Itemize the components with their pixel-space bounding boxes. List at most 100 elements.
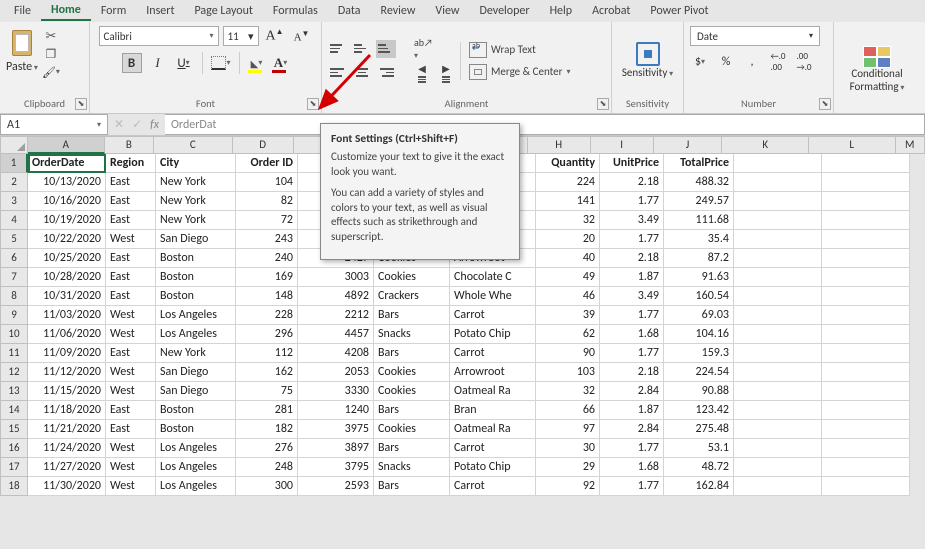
cell-H13[interactable]: 32 (536, 382, 600, 401)
cell-B12[interactable]: West (106, 363, 156, 382)
cell-H7[interactable]: 49 (536, 268, 600, 287)
cell-L17[interactable] (822, 458, 910, 477)
cell-B17[interactable]: West (106, 458, 156, 477)
menu-page-layout[interactable]: Page Layout (184, 2, 262, 20)
cell-C17[interactable]: Los Angeles (156, 458, 236, 477)
cell-H10[interactable]: 62 (536, 325, 600, 344)
menu-formulas[interactable]: Formulas (263, 2, 328, 20)
cell-J11[interactable]: 159.3 (664, 344, 734, 363)
row-header-7[interactable]: 7 (0, 268, 28, 287)
row-header-18[interactable]: 18 (0, 477, 28, 496)
col-header-K[interactable]: K (722, 136, 809, 154)
cell-K14[interactable] (734, 401, 822, 420)
cell-I7[interactable]: 1.87 (600, 268, 664, 287)
cell-A15[interactable]: 11/21/2020 (28, 420, 106, 439)
cell-D3[interactable]: 82 (236, 192, 298, 211)
cell-H8[interactable]: 46 (536, 287, 600, 306)
cell-F14[interactable]: Bars (374, 401, 450, 420)
cell-A2[interactable]: 10/13/2020 (28, 173, 106, 192)
cell-E11[interactable]: 4208 (298, 344, 374, 363)
row-header-9[interactable]: 9 (0, 306, 28, 325)
cell-I2[interactable]: 2.18 (600, 173, 664, 192)
cell-F16[interactable]: Bars (374, 439, 450, 458)
cell-D6[interactable]: 240 (236, 249, 298, 268)
cell-B7[interactable]: East (106, 268, 156, 287)
cell-J12[interactable]: 224.54 (664, 363, 734, 382)
cell-C13[interactable]: San Diego (156, 382, 236, 401)
col-header-D[interactable]: D (233, 136, 294, 154)
cell-E8[interactable]: 4892 (298, 287, 374, 306)
row-header-5[interactable]: 5 (0, 230, 28, 249)
row-header-14[interactable]: 14 (0, 401, 28, 420)
cell-G10[interactable]: Potato Chip (450, 325, 536, 344)
cell-L2[interactable] (822, 173, 910, 192)
cell-G14[interactable]: Bran (450, 401, 536, 420)
number-format-select[interactable]: Date▾ (690, 26, 820, 46)
cell-G11[interactable]: Carrot (450, 344, 536, 363)
fx-icon[interactable]: fx (150, 118, 159, 132)
menu-view[interactable]: View (425, 2, 469, 20)
cell-E14[interactable]: 1240 (298, 401, 374, 420)
cell-E13[interactable]: 3330 (298, 382, 374, 401)
cell-G8[interactable]: Whole Whe (450, 287, 536, 306)
cell-J5[interactable]: 35.4 (664, 230, 734, 249)
cell-I9[interactable]: 1.77 (600, 306, 664, 325)
percent-button[interactable]: % (716, 52, 736, 72)
wrap-text-button[interactable]: ab Wrap Text (469, 42, 571, 58)
cell-F17[interactable]: Snacks (374, 458, 450, 477)
cell-K12[interactable] (734, 363, 822, 382)
row-header-10[interactable]: 10 (0, 325, 28, 344)
increase-indent-button[interactable]: ▶ (436, 64, 456, 82)
paste-button[interactable]: Paste (6, 26, 38, 74)
cell-F18[interactable]: Bars (374, 477, 450, 496)
cell-B13[interactable]: West (106, 382, 156, 401)
align-left-button[interactable] (328, 64, 348, 82)
cell-F12[interactable]: Cookies (374, 363, 450, 382)
comma-button[interactable]: , (742, 52, 762, 72)
cell-L13[interactable] (822, 382, 910, 401)
cell-I1[interactable]: UnitPrice (600, 154, 664, 173)
cell-K10[interactable] (734, 325, 822, 344)
cell-I15[interactable]: 2.84 (600, 420, 664, 439)
conditional-formatting-button[interactable]: ConditionalFormatting (850, 46, 905, 92)
cell-L1[interactable] (822, 154, 910, 173)
cell-L15[interactable] (822, 420, 910, 439)
cell-I3[interactable]: 1.77 (600, 192, 664, 211)
cell-I6[interactable]: 2.18 (600, 249, 664, 268)
cell-A1[interactable]: OrderDate (28, 154, 106, 173)
cell-H15[interactable]: 97 (536, 420, 600, 439)
cell-K11[interactable] (734, 344, 822, 363)
cell-H12[interactable]: 103 (536, 363, 600, 382)
decrease-font-icon[interactable]: A▼ (291, 29, 313, 44)
cell-D11[interactable]: 112 (236, 344, 298, 363)
row-header-12[interactable]: 12 (0, 363, 28, 382)
alignment-launcher[interactable]: ⬊ (597, 98, 609, 110)
orientation-button[interactable] (412, 40, 432, 58)
cell-J16[interactable]: 53.1 (664, 439, 734, 458)
col-header-A[interactable]: A (28, 136, 105, 154)
cell-B18[interactable]: West (106, 477, 156, 496)
cell-K3[interactable] (734, 192, 822, 211)
cell-K17[interactable] (734, 458, 822, 477)
cell-K5[interactable] (734, 230, 822, 249)
cell-K6[interactable] (734, 249, 822, 268)
cell-F7[interactable]: Cookies (374, 268, 450, 287)
fill-color-button[interactable] (248, 53, 266, 73)
cell-B4[interactable]: East (106, 211, 156, 230)
cell-D18[interactable]: 300 (236, 477, 298, 496)
cell-C7[interactable]: Boston (156, 268, 236, 287)
cell-K18[interactable] (734, 477, 822, 496)
cell-G15[interactable]: Oatmeal Ra (450, 420, 536, 439)
cell-H1[interactable]: Quantity (536, 154, 600, 173)
cell-B11[interactable]: East (106, 344, 156, 363)
cell-H3[interactable]: 141 (536, 192, 600, 211)
cell-B5[interactable]: West (106, 230, 156, 249)
cell-L6[interactable] (822, 249, 910, 268)
cell-F10[interactable]: Snacks (374, 325, 450, 344)
cell-E17[interactable]: 3795 (298, 458, 374, 477)
cell-J8[interactable]: 160.54 (664, 287, 734, 306)
cell-K7[interactable] (734, 268, 822, 287)
cell-D14[interactable]: 281 (236, 401, 298, 420)
sensitivity-button[interactable]: Sensitivity (622, 42, 673, 79)
cell-A7[interactable]: 10/28/2020 (28, 268, 106, 287)
